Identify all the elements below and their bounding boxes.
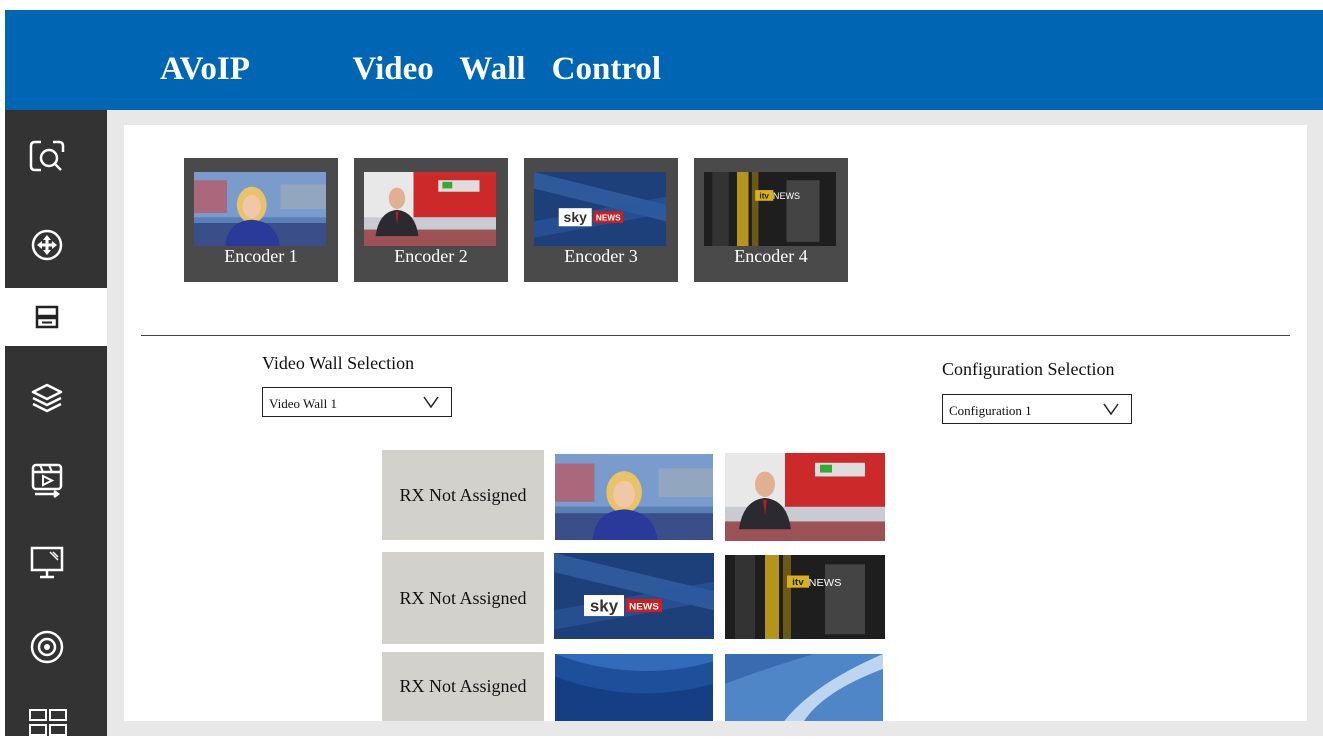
encoder-1[interactable]: Encoder 1: [184, 158, 338, 282]
sidebar-item-target[interactable]: [5, 618, 107, 676]
sidebar-item-add[interactable]: [5, 216, 107, 274]
chevron-down-icon: [423, 396, 439, 408]
video-wall-dropdown-value: Video Wall 1: [269, 396, 337, 411]
video-wall-selection-label: Video Wall Selection: [262, 353, 415, 373]
rx-cell-row-1[interactable]: RX Not Assigned: [382, 450, 544, 540]
add-icon: [31, 229, 63, 261]
encoder-1-label: Encoder 1: [224, 246, 298, 266]
encoder-3-preview: sky NEWS: [534, 172, 666, 246]
video-wall-dropdown[interactable]: Video Wall 1: [262, 387, 452, 417]
chevron-down-icon: [1103, 403, 1119, 415]
layers-icon: [31, 383, 63, 413]
video-feed-image: [725, 453, 885, 541]
encoder-4-preview: itv NEWS: [704, 172, 836, 246]
rx-cell-row-2[interactable]: RX Not Assigned: [382, 552, 544, 644]
encoder-2-preview: [364, 172, 496, 246]
video-feed-image: [555, 454, 713, 540]
encoder-3-label: Encoder 3: [564, 246, 638, 266]
encoder-2[interactable]: Encoder 2: [354, 158, 508, 282]
media-play-icon: [31, 463, 63, 498]
video-feed-image: [555, 654, 713, 721]
wall-tile-r2-c3[interactable]: itv NEWS: [725, 555, 885, 639]
sidebar-item-video-wall[interactable]: [5, 288, 107, 346]
encoder-4[interactable]: itv NEWS Encoder 4: [694, 158, 848, 282]
video-feed-image: [364, 172, 496, 246]
display-icon: [30, 546, 64, 579]
section-divider: [141, 335, 1290, 336]
configuration-dropdown-value: Configuration 1: [949, 403, 1032, 418]
sidebar-item-search[interactable]: [5, 127, 107, 185]
svg-text:sky: sky: [564, 209, 588, 225]
search-icon: [29, 140, 65, 172]
video-feed-image: itv NEWS: [704, 172, 836, 246]
svg-text:itv: itv: [792, 577, 804, 588]
app-header: AVoIP Video Wall Control: [5, 10, 1323, 110]
video-feed-image: sky NEWS: [534, 172, 666, 246]
sidebar-item-media[interactable]: [5, 451, 107, 509]
encoder-4-label: Encoder 4: [734, 246, 808, 266]
wall-tile-r1-c2[interactable]: [555, 454, 713, 540]
svg-text:NEWS: NEWS: [773, 191, 800, 201]
wall-tile-r1-c3[interactable]: [725, 453, 885, 541]
sidebar: [5, 110, 107, 736]
wall-tile-r2-c2[interactable]: sky NEWS: [554, 553, 714, 639]
video-feed-image: [725, 654, 883, 721]
configuration-dropdown[interactable]: Configuration 1: [942, 394, 1132, 424]
wall-tile-r3-c2[interactable]: [555, 654, 713, 721]
grid-icon: [29, 709, 67, 736]
svg-text:NEWS: NEWS: [629, 602, 659, 613]
video-wall-icon: [35, 305, 59, 329]
svg-text:itv: itv: [759, 191, 769, 200]
encoder-1-preview: [194, 172, 326, 246]
video-feed-image: [194, 172, 326, 246]
target-icon: [30, 630, 64, 664]
video-feed-image: itv NEWS: [725, 555, 885, 639]
rx-cell-row-3[interactable]: RX Not Assigned: [382, 652, 544, 721]
sidebar-item-grid[interactable]: [5, 693, 107, 751]
svg-text:sky: sky: [590, 597, 619, 616]
video-feed-image: sky NEWS: [554, 553, 714, 639]
sidebar-item-layers[interactable]: [5, 368, 107, 426]
svg-text:NEWS: NEWS: [596, 214, 621, 223]
svg-text:NEWS: NEWS: [809, 577, 842, 589]
app-title: AVoIP Video Wall Control: [160, 51, 662, 87]
encoder-2-label: Encoder 2: [394, 246, 468, 266]
configuration-selection-label: Configuration Selection: [942, 359, 1115, 379]
sidebar-item-display[interactable]: [5, 533, 107, 591]
encoder-3[interactable]: sky NEWS Encoder 3: [524, 158, 678, 282]
wall-tile-r3-c3[interactable]: [725, 654, 883, 721]
